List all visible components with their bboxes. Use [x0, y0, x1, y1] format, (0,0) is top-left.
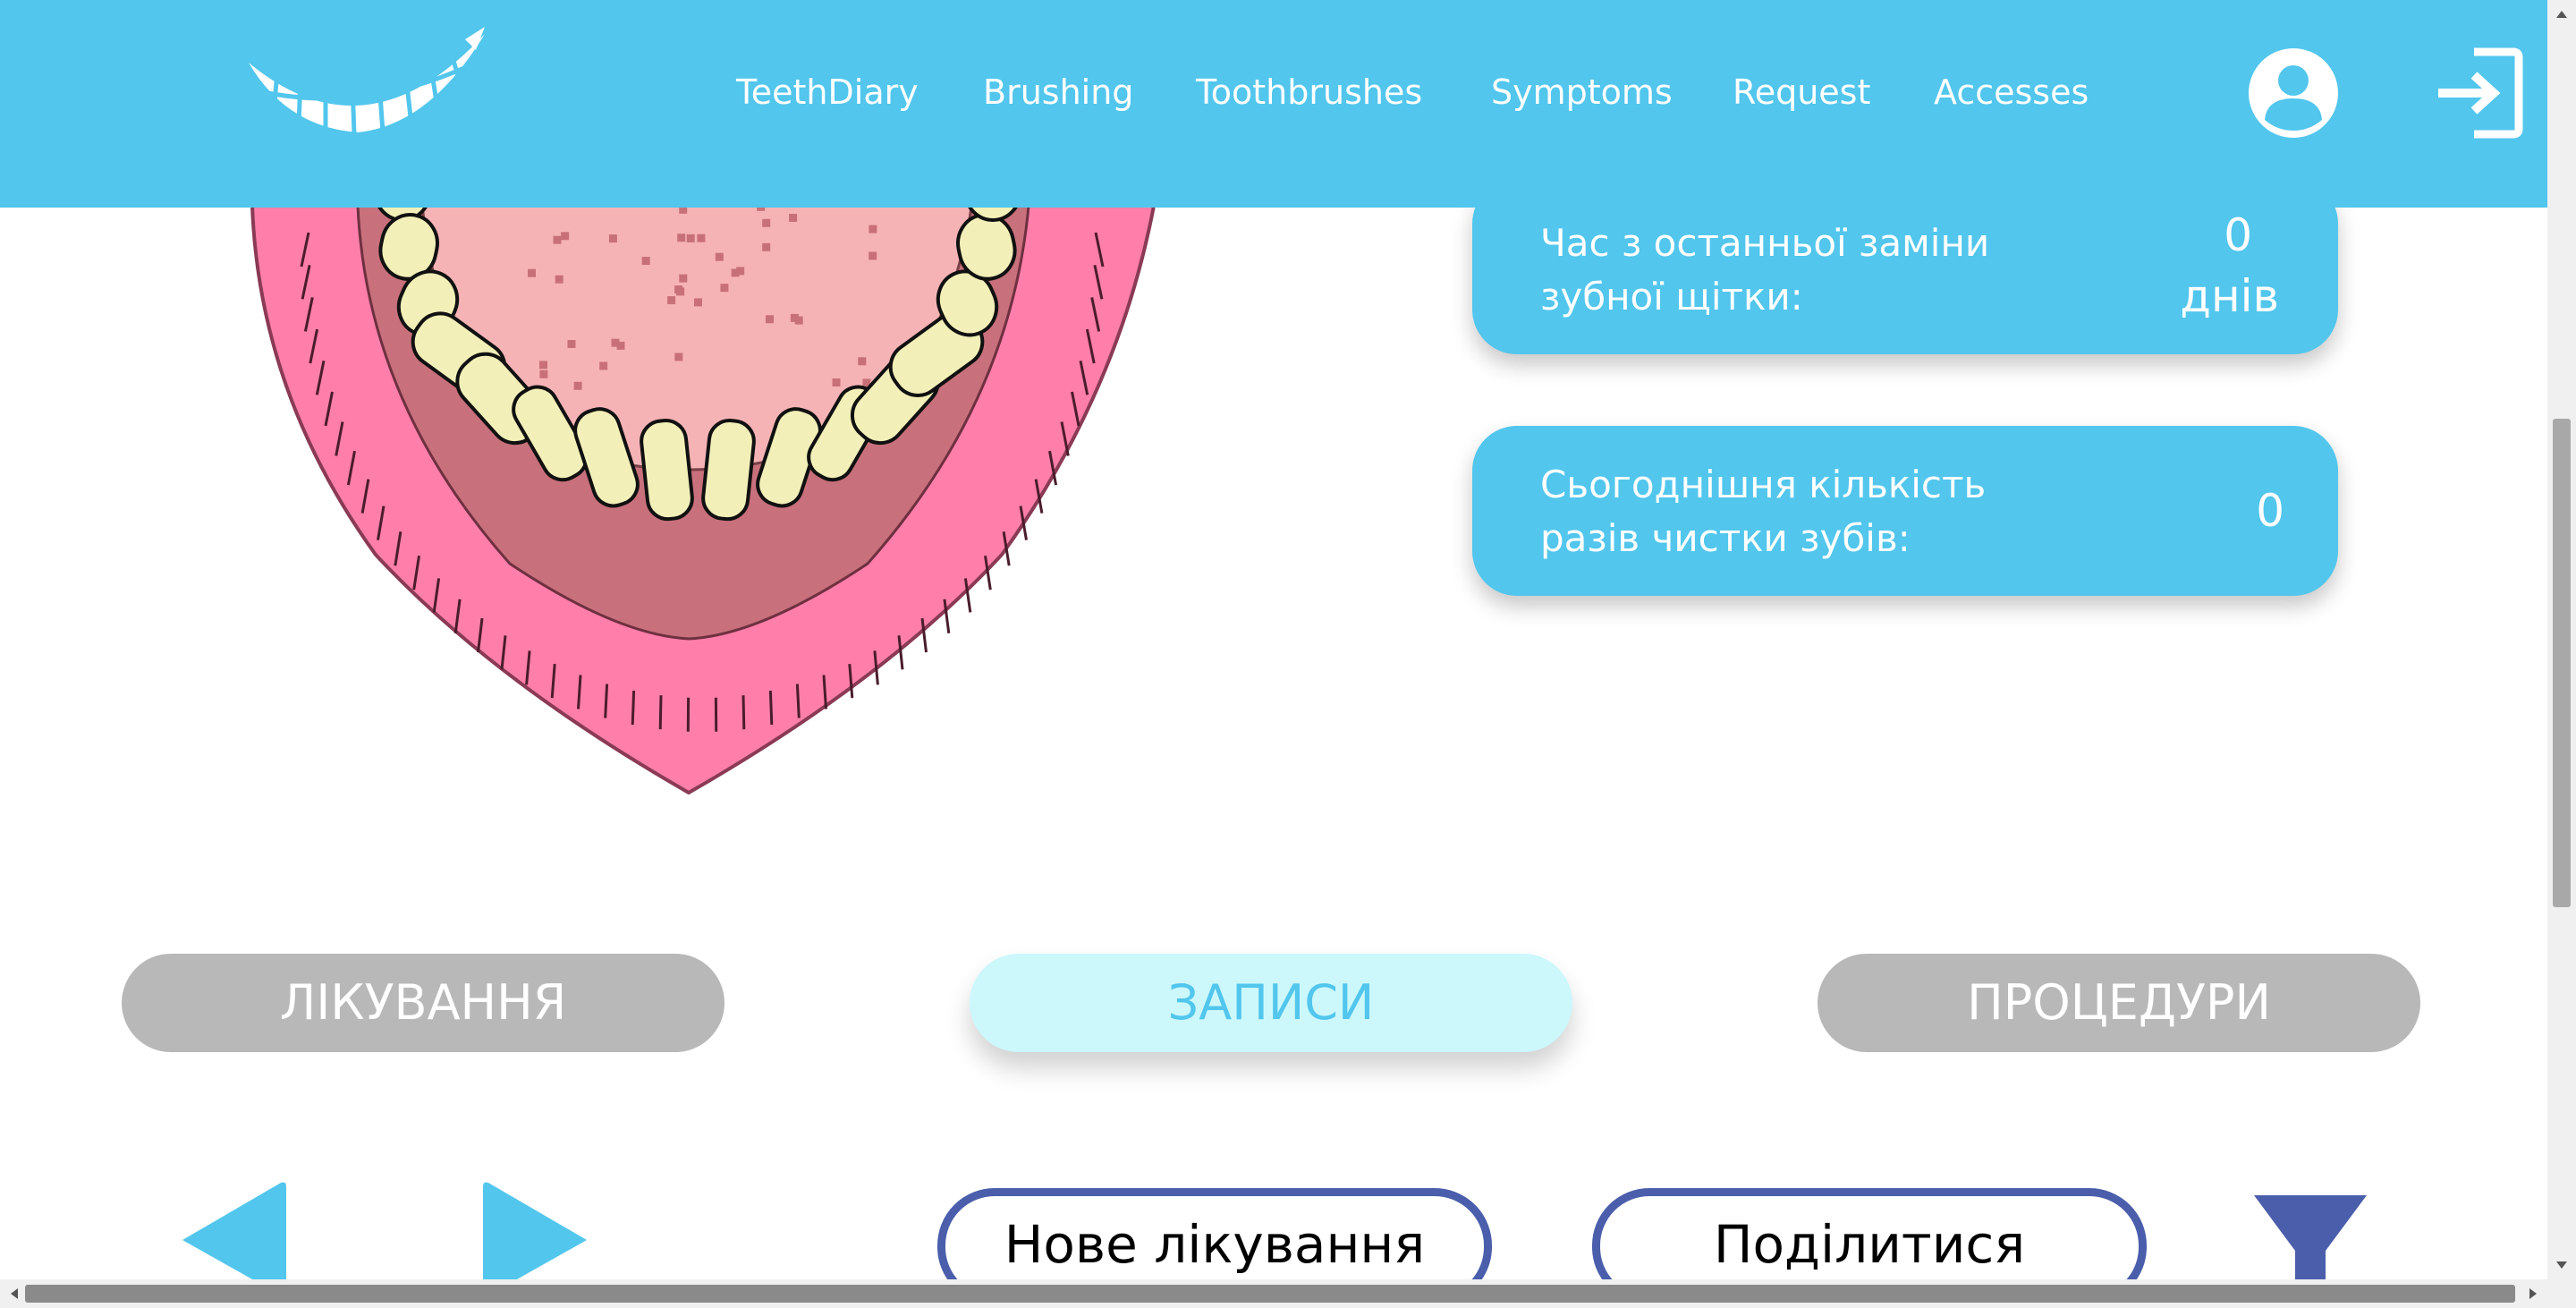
tongue-speckle: [674, 285, 683, 294]
tooth: [701, 419, 756, 522]
tongue-speckle: [555, 275, 564, 284]
tongue-speckle: [674, 352, 683, 361]
tongue-speckle: [720, 284, 729, 293]
tongue-speckle: [608, 234, 617, 243]
tongue-speckle: [694, 298, 702, 307]
lip-hatch-line: [741, 695, 746, 730]
tongue-speckle: [715, 252, 724, 261]
nav-accesses[interactable]: Accesses: [1934, 70, 2089, 115]
tongue-speckle: [611, 338, 620, 347]
lip-hatch-line: [795, 684, 801, 718]
tongue-speckle: [736, 267, 745, 276]
nav-symptoms[interactable]: Symptoms: [1491, 70, 1673, 115]
lip-hatch-line: [631, 691, 636, 726]
tongue-speckle: [869, 225, 877, 234]
tongue-speckle: [553, 235, 562, 244]
toothbrush-change-unit: днів: [2180, 270, 2279, 322]
nav-teethdiary[interactable]: TeethDiary: [736, 70, 919, 115]
tongue-speckle: [561, 232, 570, 241]
tongue-speckle: [858, 357, 867, 366]
user-circle-icon[interactable]: [2247, 47, 2340, 140]
tongue-speckle: [790, 313, 799, 322]
tongue-speckle: [679, 274, 688, 283]
scroll-up-icon[interactable]: [2547, 0, 2576, 29]
lip-hatch-line: [768, 691, 774, 726]
horizontal-scroll-thumb[interactable]: [25, 1285, 2515, 1303]
nav-toothbrushes[interactable]: Toothbrushes: [1196, 70, 1422, 115]
tab-treatment[interactable]: ЛІКУВАННЯ: [122, 954, 724, 1052]
tongue-speckle: [832, 378, 841, 386]
tongue-speckle: [686, 234, 695, 242]
tongue-speckle: [789, 214, 798, 222]
tongue-speckle: [528, 268, 536, 277]
tab-procedures[interactable]: ПРОЦЕДУРИ: [1818, 954, 2420, 1052]
tongue-speckle: [697, 234, 706, 242]
tooth: [640, 419, 694, 522]
nav-request[interactable]: Request: [1733, 70, 1870, 115]
vertical-scroll-thumb[interactable]: [2553, 419, 2571, 907]
tongue-speckle: [641, 257, 650, 265]
scroll-right-icon[interactable]: [2519, 1279, 2547, 1308]
sign-out-icon[interactable]: [2431, 47, 2524, 140]
tongue-speckle: [567, 340, 576, 348]
tongue-speckle: [869, 251, 877, 260]
tongue-speckle: [539, 369, 548, 378]
vertical-scrollbar[interactable]: [2547, 0, 2576, 1279]
lip-hatch-line: [658, 695, 663, 730]
tongue-speckle: [762, 218, 771, 227]
tab-records[interactable]: ЗАПИСИ: [970, 954, 1572, 1052]
toothbrush-change-label: Час з останньої заміни зубної щітки:: [1540, 221, 1990, 319]
horizontal-scrollbar[interactable]: [0, 1279, 2576, 1308]
tongue-speckle: [762, 242, 771, 251]
tongue-speckle: [599, 361, 608, 370]
smile-teeth-logo[interactable]: [242, 27, 492, 161]
lower-jaw-teeth-illustration: [250, 179, 1156, 795]
tongue-speckle: [677, 234, 686, 242]
tongue-speckle: [539, 361, 547, 369]
scroll-down-icon[interactable]: [2547, 1251, 2576, 1279]
lip-hatch-line: [604, 684, 609, 718]
brushing-today-value: 0: [2256, 485, 2284, 537]
brushing-today-label: Сьогоднішня кількість разів чистки зубів…: [1540, 463, 1987, 560]
toothbrush-change-value: 0: [2224, 209, 2252, 261]
nav-brushing[interactable]: Brushing: [983, 70, 1133, 115]
top-navbar: TeethDiary Brushing Toothbrushes Symptom…: [0, 0, 2547, 208]
tongue-speckle: [667, 296, 676, 305]
tongue-speckle: [766, 315, 774, 324]
tongue-speckle: [573, 381, 582, 390]
brushing-today-card: Сьогоднішня кількість разів чистки зубів…: [1472, 426, 2338, 596]
filter-funnel-icon[interactable]: [2252, 1193, 2368, 1292]
